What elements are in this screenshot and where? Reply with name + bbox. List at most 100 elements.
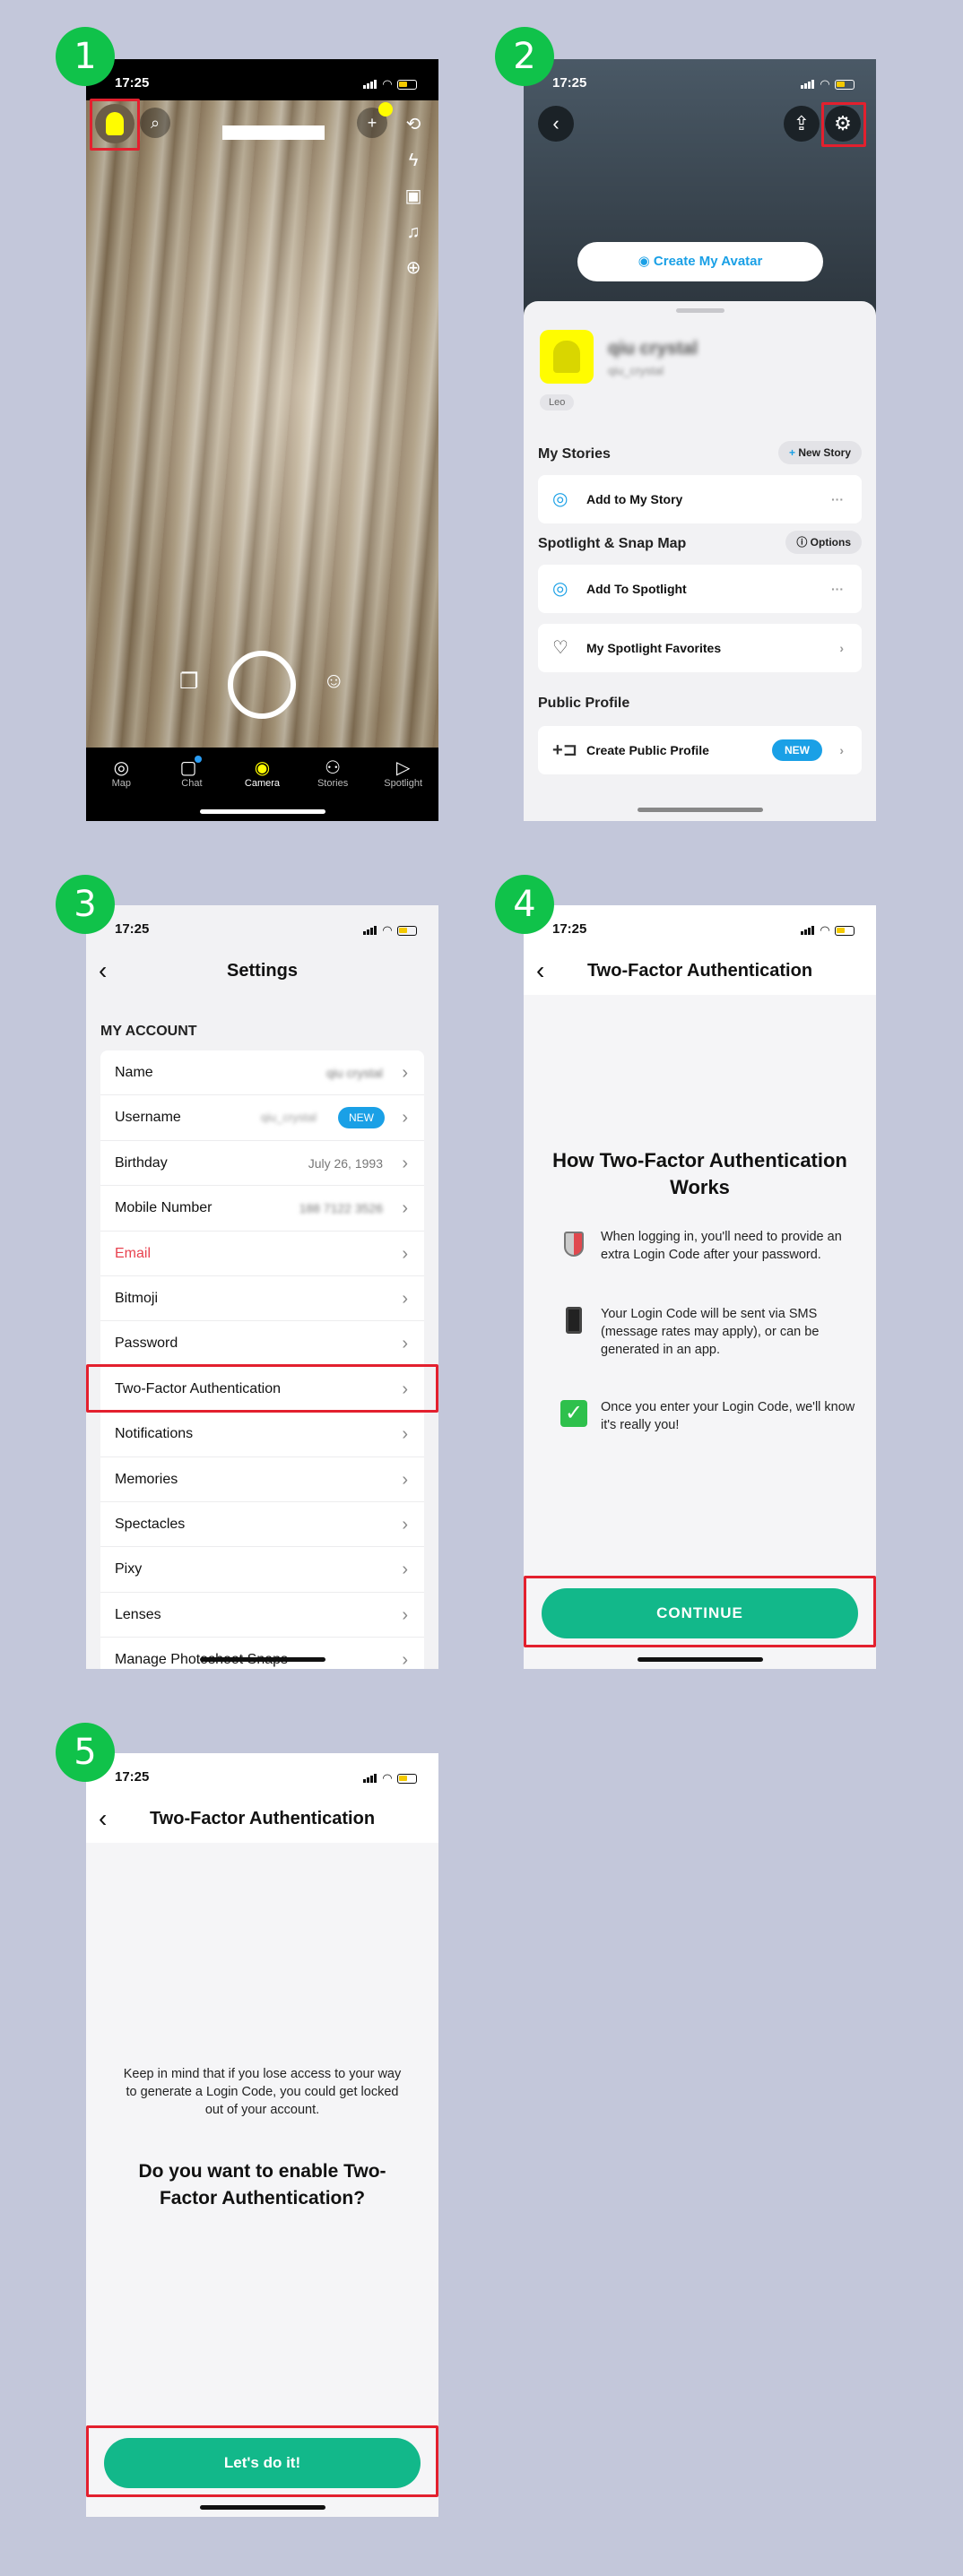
settings-row-email[interactable]: Email › [100, 1232, 424, 1276]
step-badge-2: 2 [495, 27, 554, 86]
more-icon[interactable]: ··· [831, 565, 844, 613]
add-to-story-card[interactable]: ◎ Add to My Story ··· [538, 475, 862, 523]
camera-icon: ◉ [638, 254, 654, 269]
status-time: 17:25 [552, 921, 587, 937]
home-indicator [199, 809, 325, 814]
status-bar: 17:25 ◠ [86, 1753, 438, 1794]
row-value: qiu crystal [325, 1066, 383, 1080]
map-icon: ◎ [113, 758, 130, 778]
add-to-spotlight-card[interactable]: ◎ Add To Spotlight ··· [538, 565, 862, 613]
info-item-sms: Your Login Code will be sent via SMS (me… [560, 1305, 855, 1359]
chevron-right-icon: › [402, 1198, 408, 1219]
search-icon[interactable]: ⌕ [140, 108, 170, 138]
settings-row-birthday[interactable]: Birthday July 26, 1993 › [100, 1141, 424, 1187]
step-badge-4: 4 [495, 875, 554, 934]
chevron-right-icon: › [402, 1469, 408, 1490]
options-button[interactable]: ⓘ Options [785, 531, 862, 554]
camera-icon: ◎ [552, 579, 568, 599]
settings-row-bitmoji[interactable]: Bitmoji › [100, 1276, 424, 1322]
settings-row-lenses[interactable]: Lenses › [100, 1593, 424, 1638]
chevron-right-icon: › [402, 1153, 408, 1173]
nav-spotlight[interactable]: ▷ Spotlight [372, 756, 435, 821]
row-label: Username [115, 1110, 181, 1126]
display-name: qiu crystal [608, 339, 698, 359]
settings-row-photoshoot[interactable]: Manage Photoshoot Snaps› [100, 1638, 424, 1669]
camera-icon: ◉ [254, 758, 271, 778]
settings-row-password[interactable]: Password › [100, 1321, 424, 1367]
chevron-right-icon: › [402, 1288, 408, 1309]
new-story-button[interactable]: + New Story [777, 441, 862, 464]
nav-map[interactable]: ◎ Map [90, 756, 152, 821]
profile-screen: 17:25 ◠ ‹ ⇪ ⚙ ◉ Create My Avatar qiu cry… [524, 59, 876, 821]
settings-row-notifications[interactable]: Notifications › [100, 1412, 424, 1457]
add-to-spotlight-label: Add To Spotlight [586, 582, 687, 596]
lens-icon[interactable]: ☺ [323, 669, 345, 694]
create-public-profile-card[interactable]: +⊐ Create Public Profile NEW › [538, 726, 862, 774]
back-chevron-icon[interactable]: ‹ [99, 1794, 107, 1843]
status-bar: 17:25 ◠ [86, 905, 438, 947]
zodiac-badge[interactable]: Leo [540, 394, 575, 411]
settings-row-username[interactable]: Username qiu_crystal NEW › [100, 1095, 424, 1141]
chevron-right-icon: › [402, 1514, 408, 1534]
username: qiu_crystal [608, 364, 664, 377]
bookmark-plus-icon: +⊐ [552, 740, 578, 760]
more-icon[interactable]: ··· [831, 475, 844, 523]
settings-row-spectacles[interactable]: Spectacles › [100, 1502, 424, 1548]
options-label: Options [810, 536, 851, 549]
settings-screen: 17:25 ◠ ‹ Settings MY ACCOUNT Name qiu cr… [86, 905, 438, 1669]
share-icon[interactable]: ⇪ [784, 106, 820, 142]
wifi-icon: ◠ [383, 77, 392, 91]
chevron-right-icon: › [839, 641, 844, 655]
home-indicator [199, 1657, 325, 1662]
row-value: July 26, 1993 [308, 1155, 383, 1171]
row-label: Name [115, 1065, 153, 1080]
sheet-handle[interactable] [676, 308, 724, 313]
notification-dot [378, 102, 393, 117]
settings-row-mobile[interactable]: Mobile Number 188 7122 3526 › [100, 1186, 424, 1232]
spotlight-favorites-card[interactable]: ♡ My Spotlight Favorites › [538, 624, 862, 672]
twofa-info-screen: 17:25 ◠ Two-Factor Authentication ‹ How … [524, 905, 876, 1669]
memories-icon[interactable]: ❐ [179, 669, 199, 695]
battery-icon [397, 1773, 417, 1784]
flash-icon[interactable]: ϟ [400, 147, 427, 174]
signal-icon [363, 1774, 377, 1783]
snapcode[interactable] [540, 330, 594, 384]
stories-icon: ⚇ [325, 758, 342, 778]
wifi-icon: ◠ [383, 923, 392, 937]
home-indicator [637, 808, 763, 812]
back-button[interactable]: ‹ [538, 106, 574, 142]
battery-icon [397, 79, 417, 90]
redacted-bar [222, 125, 325, 140]
signal-icon [363, 80, 377, 89]
new-story-label: New Story [798, 446, 851, 459]
settings-row-pixy[interactable]: Pixy › [100, 1547, 424, 1593]
more-tools-icon[interactable]: ⊕ [400, 255, 427, 281]
create-avatar-button[interactable]: ◉ Create My Avatar [577, 242, 823, 281]
status-bar: 17:25 ◠ [86, 59, 438, 100]
chevron-right-icon: › [402, 1108, 408, 1128]
spotlight-icon: ▷ [395, 758, 411, 778]
row-label: Bitmoji [115, 1290, 159, 1306]
wifi-icon: ◠ [820, 77, 829, 91]
nav-label: Chat [181, 778, 203, 789]
settings-list: Name qiu crystal › Username qiu_crystal NEW ›… [100, 1050, 424, 1669]
enable-question: Do you want to enable Two-Factor Authent… [138, 2161, 386, 2209]
back-chevron-icon[interactable]: ‹ [536, 947, 544, 995]
nav-label: Map [111, 778, 131, 789]
new-badge: NEW [338, 1107, 385, 1129]
settings-row-memories[interactable]: Memories › [100, 1457, 424, 1502]
status-bar: 17:25 ◠ [524, 59, 876, 100]
battery-icon [835, 925, 855, 936]
unread-dot [195, 756, 203, 763]
highlight-avatar [90, 99, 140, 151]
create-public-profile-label: Create Public Profile [586, 743, 709, 757]
shutter-button[interactable] [228, 651, 296, 719]
video-icon[interactable]: ▣ [400, 183, 427, 210]
step-badge-3: 3 [56, 875, 115, 934]
music-icon[interactable]: ♫ [400, 219, 427, 246]
settings-row-name[interactable]: Name qiu crystal › [100, 1050, 424, 1096]
battery-icon [835, 79, 855, 90]
add-to-story-label: Add to My Story [586, 492, 683, 506]
flip-camera-icon[interactable]: ⟲ [400, 111, 427, 138]
wifi-icon: ◠ [383, 1771, 392, 1785]
